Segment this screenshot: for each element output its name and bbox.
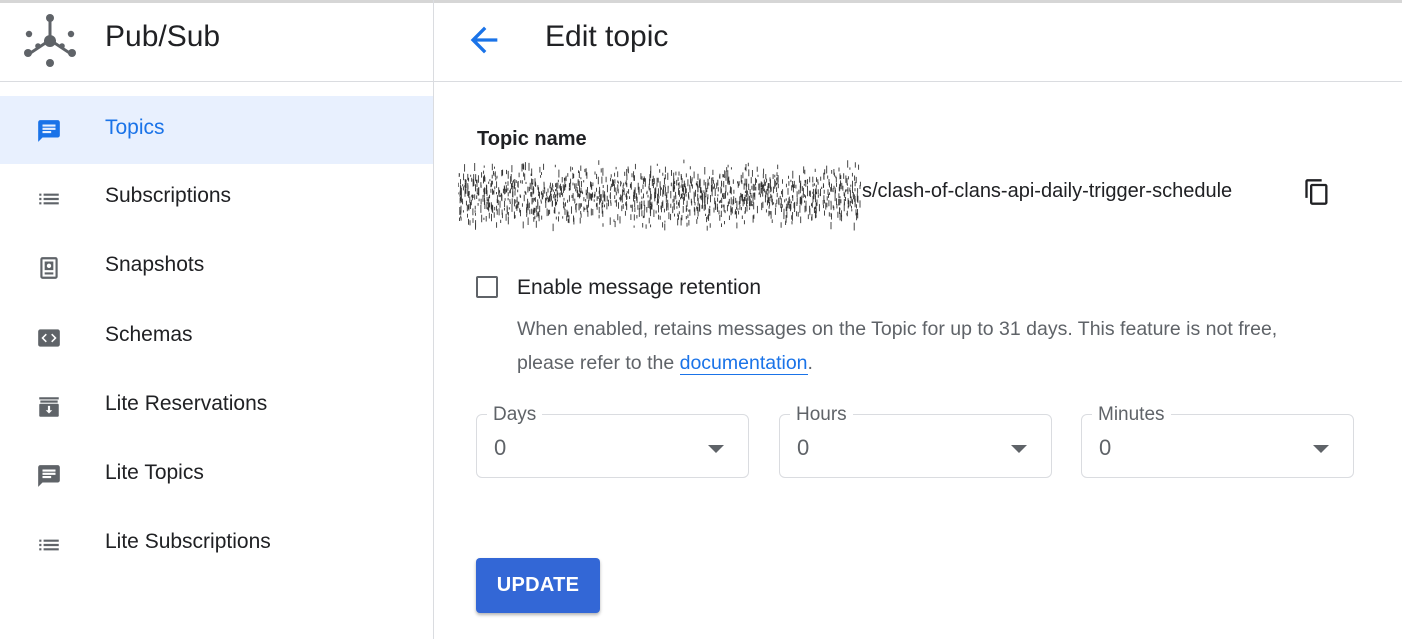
sidebar-item-label: Subscriptions [105, 184, 232, 207]
sidebar: Pub/Sub Topics Subscriptions Snapshots S… [0, 0, 434, 639]
minutes-label: Minutes [1092, 404, 1171, 426]
pubsub-logo-icon [24, 14, 76, 67]
sidebar-item-topics[interactable]: Topics [0, 96, 433, 164]
dropdown-arrow-icon [708, 445, 724, 453]
sidebar-item-label: Lite Subscriptions [105, 530, 271, 553]
dropdown-arrow-icon [1011, 445, 1027, 453]
message-retention-label: Enable message retention [517, 276, 761, 299]
app-title: Pub/Sub [105, 20, 221, 53]
sidebar-item-schemas[interactable]: Schemas [0, 303, 433, 371]
days-value: 0 [494, 435, 507, 460]
sidebar-item-lite-reservations[interactable]: Lite Reservations [0, 372, 433, 440]
topic-name-value: s/clash-of-clans-api-daily-trigger-sched… [862, 180, 1233, 202]
sidebar-item-label: Lite Reservations [105, 392, 268, 415]
minutes-value: 0 [1099, 435, 1112, 460]
help-text-body: When enabled, retains messages on the To… [517, 318, 1278, 374]
schema-code-icon [38, 329, 60, 347]
sidebar-item-subscriptions[interactable]: Subscriptions [0, 164, 433, 232]
redacted-noise-image [458, 159, 861, 232]
copy-icon[interactable] [1303, 178, 1331, 206]
retention-help-text: When enabled, retains messages on the To… [517, 312, 1337, 380]
snapshot-icon [40, 257, 58, 279]
help-text-tail: . [807, 352, 813, 374]
list-icon [39, 539, 59, 551]
minutes-select[interactable]: Minutes 0 [1081, 404, 1354, 478]
sidebar-item-label: Lite Topics [105, 461, 204, 484]
hours-select[interactable]: Hours 0 [779, 404, 1052, 478]
update-button[interactable]: UPDATE [476, 558, 600, 613]
hours-label: Hours [790, 404, 853, 426]
sidebar-item-lite-topics[interactable]: Lite Topics [0, 441, 433, 509]
sidebar-item-label: Topics [105, 116, 165, 139]
reservation-icon [39, 397, 59, 417]
dropdown-arrow-icon [1313, 445, 1329, 453]
redaction-strokes [458, 159, 861, 232]
brand-header: Pub/Sub [0, 0, 433, 82]
page-header: Edit topic [434, 0, 1402, 82]
documentation-link[interactable]: documentation [679, 352, 808, 375]
sidebar-item-snapshots[interactable]: Snapshots [0, 233, 433, 301]
sidebar-item-label: Schemas [105, 323, 193, 346]
list-icon [39, 193, 59, 205]
page-title: Edit topic [545, 20, 669, 53]
topic-name-label: Topic name [477, 128, 587, 150]
days-label: Days [487, 404, 543, 426]
sidebar-item-label: Snapshots [105, 253, 205, 276]
hours-value: 0 [797, 435, 810, 460]
topic-chat-icon [38, 465, 60, 487]
arrow-back-icon[interactable] [464, 20, 504, 60]
topic-chat-icon [38, 120, 60, 142]
days-select[interactable]: Days 0 [476, 404, 749, 478]
message-retention-checkbox[interactable] [476, 276, 498, 298]
sidebar-item-lite-subscriptions[interactable]: Lite Subscriptions [0, 510, 433, 578]
